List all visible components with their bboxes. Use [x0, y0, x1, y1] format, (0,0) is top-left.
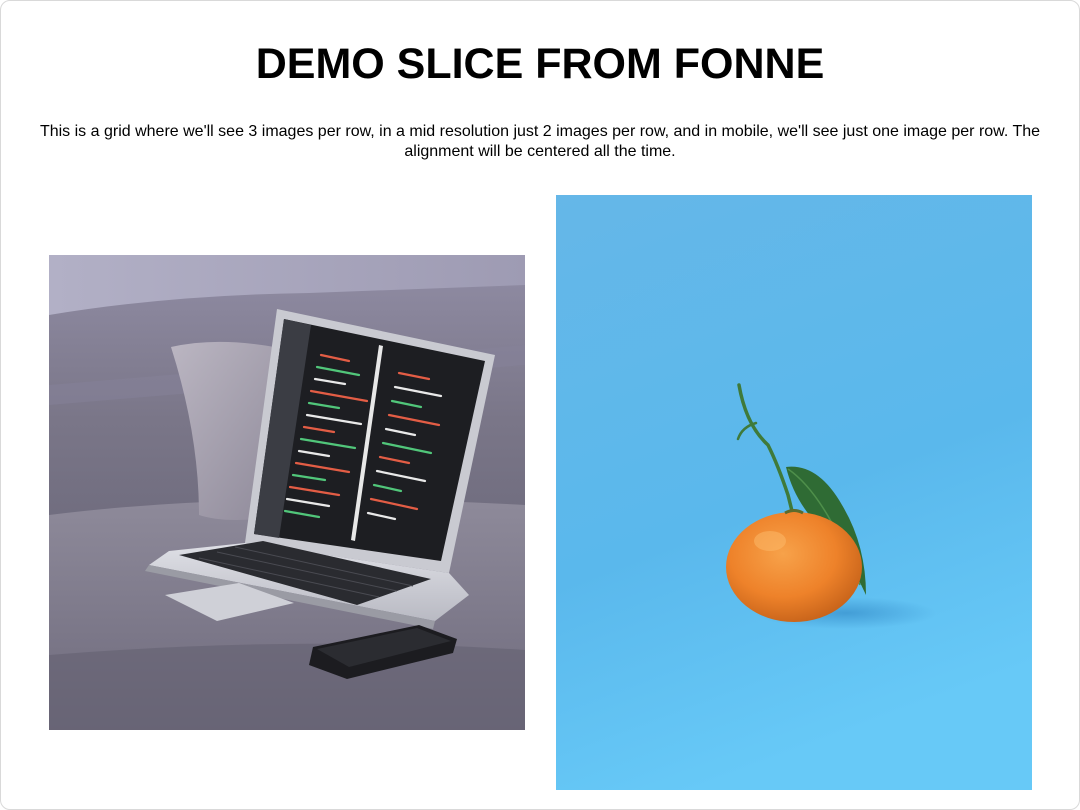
page-title: DEMO SLICE FROM FONNE [255, 40, 825, 88]
page-frame: DEMO SLICE FROM FONNE This is a grid whe… [0, 0, 1080, 810]
page-description: This is a grid where we'll see 3 images … [39, 123, 1041, 160]
grid-image-orange[interactable] [556, 195, 1032, 790]
grid-image-laptop[interactable] [49, 255, 525, 730]
laptop-photo [49, 255, 525, 730]
orange-photo [556, 195, 1032, 790]
